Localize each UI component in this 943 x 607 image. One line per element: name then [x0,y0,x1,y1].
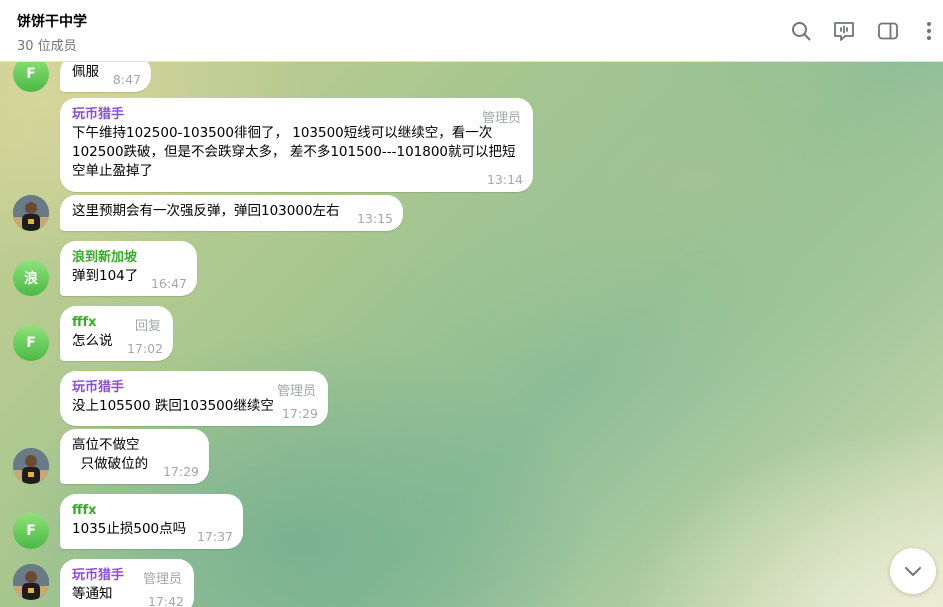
message-bubble[interactable]: fffx 回复 怎么说 17:02 [60,306,173,361]
message-text: 这里预期会有一次强反弹，弹回103000左右 [72,203,340,219]
message-time: 17:29 [162,464,199,479]
user-photo-icon [13,195,49,231]
avatar[interactable]: F [13,62,49,92]
message-bubble[interactable]: 玩币猎手 管理员 等通知 17:42 [60,559,194,607]
message-time: 13:15 [356,211,393,226]
avatar[interactable] [13,195,49,231]
message-time: 17:29 [281,406,318,421]
message-time: 13:14 [486,172,523,187]
message-bubble[interactable]: 这里预期会有一次强反弹，弹回103000左右 13:15 [60,195,403,231]
message-bubble[interactable]: 浪到新加坡 弹到104了 16:47 [60,241,197,296]
more-vertical-icon[interactable] [917,19,941,43]
message-time: 8:47 [112,72,141,87]
sender-name[interactable]: 玩币猎手 [72,105,521,124]
sender-name[interactable]: 浪到新加坡 [72,248,185,267]
message-time: 17:37 [196,529,233,544]
scroll-to-bottom-button[interactable] [890,548,936,594]
avatar[interactable] [13,448,49,484]
message-bubble[interactable]: 玩币猎手 管理员 没上105500 跌回103500继续空 17:29 [60,371,328,426]
live-chat-icon[interactable] [832,19,856,43]
reply-button[interactable]: 回复 [135,315,161,334]
user-photo-icon [13,448,49,484]
chat-header: 饼饼干中学 30 位成员 [0,0,943,62]
message-bubble[interactable]: fffx 1035止损500点吗 17:37 [60,494,243,549]
message-list[interactable]: F 佩服 8:47 玩币猎手 管理员 下午维持102500-103500徘徊了，… [0,62,943,607]
admin-badge: 管理员 [481,111,521,126]
admin-badge: 管理员 [142,572,182,587]
member-count: 30 位成员 [17,39,77,54]
sidebar-toggle-icon[interactable] [876,19,900,43]
sender-name[interactable]: fffx [72,501,231,520]
message-bubble[interactable]: 玩币猎手 管理员 下午维持102500-103500徘徊了， 103500短线可… [60,98,533,192]
message-bubble[interactable]: 高位不做空 只做破位的 17:29 [60,429,209,484]
avatar[interactable]: F [13,513,49,549]
admin-badge: 管理员 [276,384,316,399]
message-bubble[interactable]: 佩服 8:47 [60,62,151,92]
search-icon[interactable] [789,19,813,43]
message-text: 下午维持102500-103500徘徊了， 103500短线可以继续空，看一次 … [72,125,516,179]
message-time: 16:47 [150,276,187,291]
user-photo-icon [13,564,49,600]
message-time: 17:02 [126,341,163,356]
message-text: 没上105500 跌回103500继续空 [72,398,274,414]
avatar[interactable] [13,564,49,600]
chat-title[interactable]: 饼饼干中学 [17,11,87,31]
avatar[interactable]: 浪 [13,260,49,296]
chevron-down-icon [905,567,921,576]
avatar[interactable]: F [13,325,49,361]
message-time: 17:42 [147,594,184,607]
